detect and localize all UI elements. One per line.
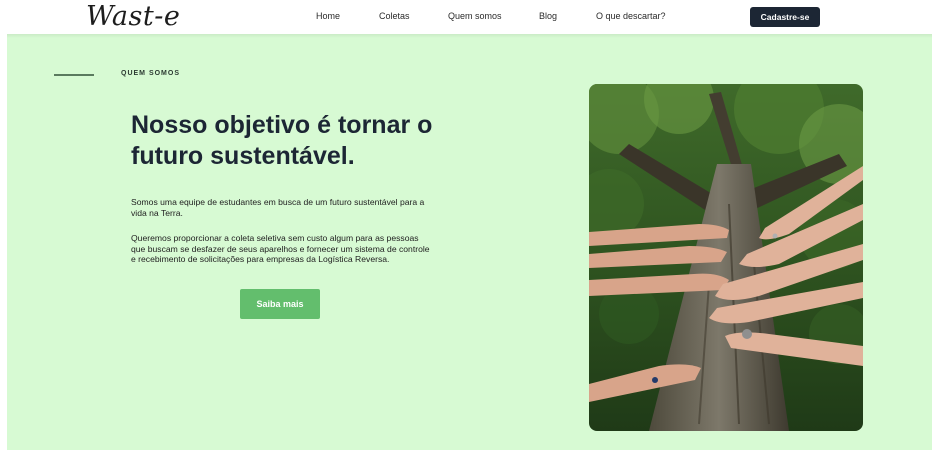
nav-link-quem-somos[interactable]: Quem somos bbox=[448, 11, 502, 21]
hands-on-tree-photo bbox=[589, 84, 863, 431]
hands-on-tree-illustration bbox=[589, 84, 863, 431]
nav-link-blog[interactable]: Blog bbox=[539, 11, 557, 21]
navbar-shadow bbox=[7, 34, 932, 38]
top-navbar: Wast-e Home Coletas Quem somos Blog O qu… bbox=[0, 0, 932, 34]
brand-logo[interactable]: Wast-e bbox=[86, 0, 180, 34]
learn-more-button[interactable]: Saiba mais bbox=[240, 289, 320, 319]
section-eyebrow: QUEM SOMOS bbox=[121, 70, 181, 77]
eyebrow-divider bbox=[54, 74, 94, 76]
nav-link-coletas[interactable]: Coletas bbox=[379, 11, 410, 21]
hero-paragraph-2: Queremos proporcionar a coleta seletiva … bbox=[131, 233, 430, 265]
nav-link-home[interactable]: Home bbox=[316, 11, 340, 21]
hero-paragraph-1: Somos uma equipe de estudantes em busca … bbox=[131, 197, 425, 218]
signup-button[interactable]: Cadastre-se bbox=[750, 7, 820, 27]
hero-headline: Nosso objetivo é tornar o futuro sustent… bbox=[131, 111, 433, 170]
nav-link-o-que-descartar[interactable]: O que descartar? bbox=[596, 11, 666, 21]
